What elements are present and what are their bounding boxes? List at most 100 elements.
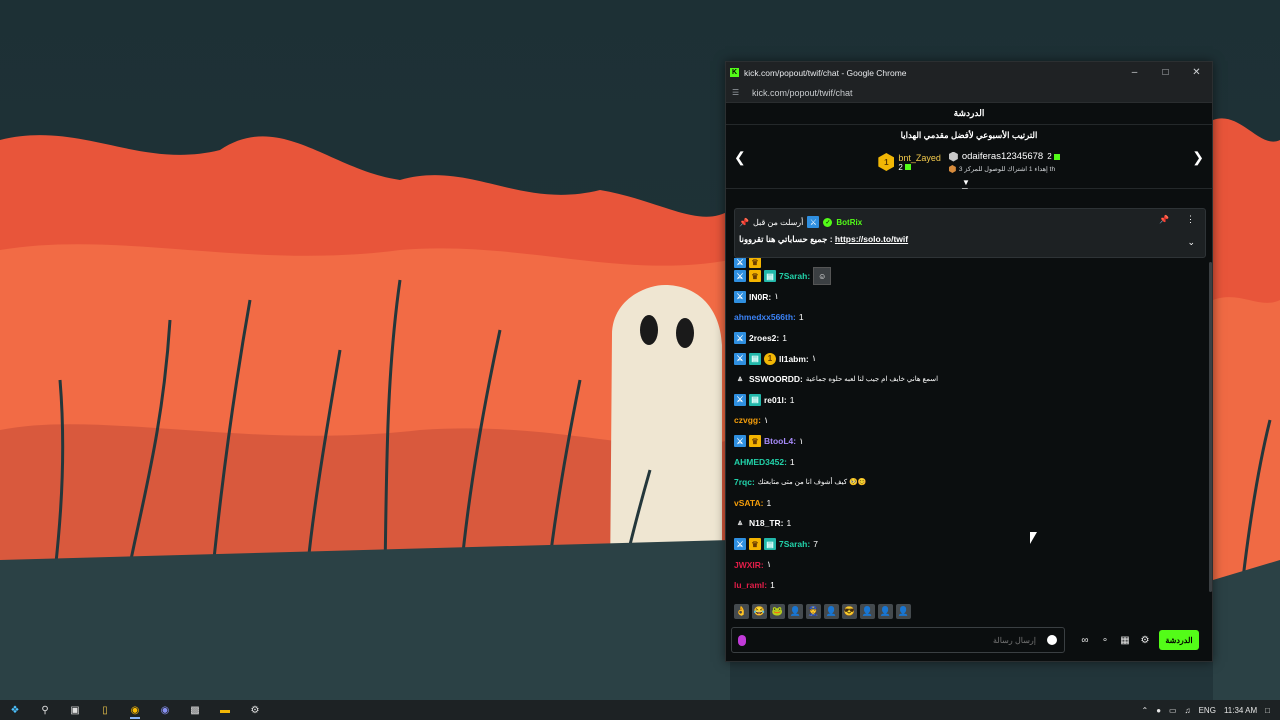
infinity-icon[interactable]: ∞ [1075, 635, 1095, 646]
emote-icon[interactable]: 👮 [806, 603, 821, 619]
chat-username[interactable]: vSATA: [734, 498, 763, 508]
chat-message: lu_ramI: 1 [734, 575, 1204, 596]
chat-message-text: ١ [774, 291, 779, 302]
close-icon[interactable]: ✕ [1181, 62, 1212, 83]
chat-message: ⚔ ♛ ▤ 7Sarah: 7 [734, 534, 1204, 555]
chat-username[interactable]: AHMED3452: [734, 457, 787, 467]
emoji-icon[interactable] [1047, 635, 1057, 645]
window-titlebar: K kick.com/popout/twif/chat - Google Chr… [726, 62, 1212, 83]
task-view-icon[interactable]: ▣ [60, 700, 90, 720]
volume-icon[interactable]: ♫ [1185, 706, 1191, 715]
chat-message: 7rqc: كيف أشوف انا من متى متابعتك 🥺😊 [734, 472, 1204, 493]
chat-username[interactable]: ahmedxx566th: [734, 312, 796, 322]
chat-username[interactable]: ll1abm: [779, 354, 809, 364]
chat-header-title: الدردشة [726, 103, 1212, 125]
chat-message-text: ١ [763, 414, 769, 425]
chat-message-text: 1 [786, 518, 792, 529]
search-icon[interactable]: ⚲ [30, 700, 60, 720]
chrome-popup-window: K kick.com/popout/twif/chat - Google Chr… [725, 61, 1213, 662]
url-text[interactable]: kick.com/popout/twif/chat [752, 88, 853, 98]
subscriber-badge-icon: ▤ [749, 393, 761, 406]
pin-icon[interactable]: 📌 [1159, 215, 1169, 224]
chat-username[interactable]: IN0R: [749, 292, 771, 302]
chevron-down-icon[interactable]: ⌄ [1187, 237, 1195, 248]
chat-scrollbar[interactable] [1209, 262, 1212, 592]
microphone-tray-icon[interactable]: ● [1156, 706, 1161, 715]
chat-message: ahmedxx566th: 1 [734, 307, 1204, 328]
emote-icon[interactable]: 😎 [842, 603, 857, 619]
emote-icon[interactable]: 👤 [896, 603, 911, 619]
chat-message: ⩓ N18_TR: 1 [734, 513, 1204, 534]
chat-message-text: 1 [782, 333, 787, 344]
moderator-badge-icon: ⚔ [807, 216, 820, 228]
chat-username[interactable]: lu_ramI: [734, 580, 767, 590]
moderator-badge-icon: ⚔ [734, 270, 746, 283]
site-info-icon[interactable]: ☰ [732, 88, 746, 97]
chat-message-text: ١ [766, 559, 772, 570]
bot-username[interactable]: BotRix [836, 218, 862, 227]
chat-send-button[interactable]: الدردشة [1159, 630, 1199, 650]
chevron-up-icon[interactable]: ⌃ [1141, 706, 1148, 715]
chat-input[interactable] [756, 631, 1036, 649]
settings-gear-icon[interactable]: ⚙ [1135, 635, 1155, 646]
notification-icon[interactable]: □ [1265, 706, 1270, 715]
moderator-badge-icon: ⚔ [734, 290, 746, 303]
windows-start-icon[interactable]: ❖ [0, 700, 30, 720]
address-bar[interactable]: ☰ kick.com/popout/twif/chat [726, 83, 1212, 103]
emote-icon[interactable]: 👌 [734, 603, 749, 619]
moderator-badge-icon: ⚔ [734, 332, 746, 345]
discord-icon[interactable]: ◉ [150, 700, 180, 720]
subscriber-badge-icon: ▤ [764, 538, 776, 551]
emote-icon[interactable]: 👤 [824, 603, 839, 619]
pinned-link[interactable]: https://solo.to/twif [835, 234, 908, 244]
clock[interactable]: 11:34 AM [1224, 706, 1257, 715]
microphone-icon[interactable] [738, 635, 746, 646]
chat-username[interactable]: JWXIR: [734, 560, 764, 570]
window-title: kick.com/popout/twif/chat - Google Chrom… [744, 67, 907, 78]
emote-icon[interactable]: 😂 [752, 603, 767, 619]
more-options-icon[interactable]: ⋮ [1186, 214, 1195, 225]
subscriber-badge-icon: ▤ [764, 270, 776, 283]
mouse-cursor-icon [1030, 532, 1037, 544]
moderator-badge-icon: ⚔ [734, 538, 746, 551]
network-icon[interactable]: ▭ [1169, 706, 1177, 715]
kick-icon[interactable]: ▬ [210, 700, 240, 720]
vip-badge-icon: ♛ [749, 435, 761, 448]
chat-username[interactable]: czvgg: [734, 415, 761, 425]
chat-message: ⚔ ♛ [734, 258, 1204, 268]
gift-icon [1053, 153, 1060, 160]
app-icon[interactable]: ▩ [180, 700, 210, 720]
leaderboard-entry-second[interactable]: odaiferas12345678 2 إهداء 1 اشتراك للوصو… [948, 151, 1060, 173]
file-explorer-icon[interactable]: ▯ [90, 700, 120, 720]
pinned-by-label: أرسلت من قبل [752, 217, 804, 227]
chat-message: ⚔ ▤ re01l: 1 [734, 390, 1204, 411]
emote-icon[interactable]: 👤 [788, 603, 803, 619]
emote-icon[interactable]: 👤 [878, 603, 893, 619]
language-indicator[interactable]: ENG [1199, 706, 1216, 715]
og-badge-icon: ⩓ [737, 374, 743, 384]
chat-username[interactable]: 7Sarah: [779, 539, 810, 549]
collapse-icon[interactable]: ▼ ─ [962, 179, 970, 193]
chrome-icon[interactable]: ◉ [120, 700, 150, 720]
chat-username[interactable]: SSWOORDD: [749, 374, 803, 384]
chat-username[interactable]: 7rqc: [734, 477, 755, 487]
store-icon[interactable]: ▦ [1115, 635, 1135, 646]
settings-icon[interactable]: ⚙ [240, 700, 270, 720]
chat-input-wrapper[interactable] [731, 627, 1065, 653]
emote-icon[interactable]: 👤 [860, 603, 875, 619]
chat-message: AHMED3452: 1 [734, 451, 1204, 472]
chat-username[interactable]: N18_TR: [749, 518, 783, 528]
leaderboard-entry-first[interactable]: 1 bnt_Zayed 2 [878, 151, 941, 173]
pinned-message[interactable]: 📌 أرسلت من قبل ⚔ ✓ BotRix جميع حساباتي ه… [734, 208, 1206, 258]
share-icon[interactable]: ∘ [1095, 635, 1115, 646]
minimize-icon[interactable]: – [1119, 62, 1150, 83]
maximize-icon[interactable]: □ [1150, 62, 1181, 83]
moderator-badge-icon: ⚔ [734, 352, 746, 365]
chat-username[interactable]: 2roes2: [749, 333, 779, 343]
chat-username[interactable]: re01l: [764, 395, 787, 405]
chat-username[interactable]: 7Sarah: [779, 271, 810, 281]
moderator-badge-icon: ⚔ [734, 258, 746, 268]
chat-message: ⩓ SSWOORDD: اسمع هاني خايف ام جيب لنا لعبه… [734, 369, 1204, 390]
emote-icon[interactable]: 🐸 [770, 603, 785, 619]
chat-username[interactable]: BtooL4: [764, 436, 796, 446]
